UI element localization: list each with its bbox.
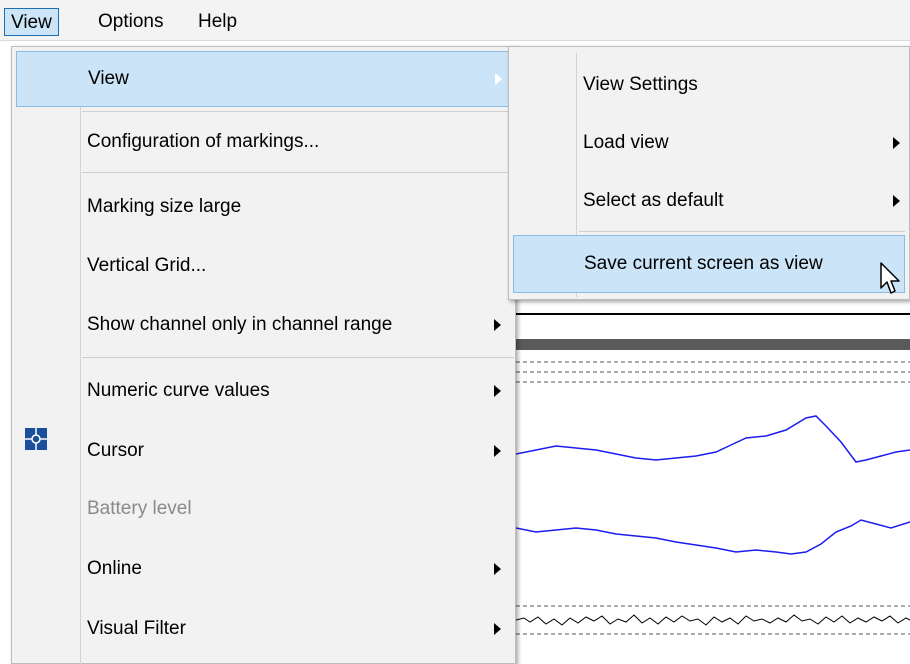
submenu-arrow-icon xyxy=(494,563,501,575)
signal-trace-blue-2 xyxy=(516,519,910,555)
menu-item-online[interactable]: Online xyxy=(12,541,515,597)
signal-trace-black xyxy=(516,614,910,626)
submenu-item-select-as-default[interactable]: Select as default xyxy=(509,171,909,231)
cursor-crosshair-icon xyxy=(25,428,47,450)
submenu-item-label: View Settings xyxy=(583,74,698,95)
view-submenu: View Settings Load view Select as defaul… xyxy=(508,46,910,300)
submenu-item-label: Save current screen as view xyxy=(584,253,823,274)
menu-item-visual-filter[interactable]: Visual Filter xyxy=(12,601,515,657)
menu-item-label: Cursor xyxy=(87,440,145,461)
submenu-item-view-settings[interactable]: View Settings xyxy=(509,55,909,115)
submenu-arrow-icon xyxy=(494,623,501,635)
menu-item-vertical-grid[interactable]: Vertical Grid... xyxy=(12,238,515,294)
mouse-pointer-icon xyxy=(880,262,902,303)
signal-plot xyxy=(516,300,910,664)
view-dropdown-menu: View Configuration of markings... Markin… xyxy=(11,46,516,664)
submenu-arrow-icon xyxy=(495,73,502,85)
menu-item-view[interactable]: View xyxy=(16,51,511,107)
menu-item-cursor[interactable]: Cursor xyxy=(12,423,515,479)
signal-plot-canvas xyxy=(516,313,910,635)
submenu-item-label: Load view xyxy=(583,132,669,153)
submenu-item-load-view[interactable]: Load view xyxy=(509,113,909,173)
menu-separator xyxy=(82,357,514,358)
menu-item-label: Battery level xyxy=(87,498,192,519)
menu-separator xyxy=(82,111,514,112)
menu-options[interactable]: Options xyxy=(92,8,169,36)
menu-item-label: Vertical Grid... xyxy=(87,255,207,276)
submenu-item-label: Select as default xyxy=(583,190,724,211)
menu-item-battery-level: Battery level xyxy=(12,481,515,537)
menu-item-label: Visual Filter xyxy=(87,618,186,639)
plot-dark-band xyxy=(516,339,910,350)
submenu-arrow-icon xyxy=(494,385,501,397)
submenu-separator xyxy=(579,231,905,232)
menu-view[interactable]: View xyxy=(4,8,59,36)
menu-item-configuration-of-markings[interactable]: Configuration of markings... xyxy=(12,114,515,170)
menu-item-label: Marking size large xyxy=(87,196,242,217)
submenu-arrow-icon xyxy=(494,445,501,457)
menu-separator xyxy=(82,172,514,173)
application-window: View Options Help View Configuration of … xyxy=(0,0,910,664)
signal-trace-blue-1 xyxy=(516,415,910,463)
menu-bar: View Options Help xyxy=(0,0,910,41)
menu-item-show-channel-only-in-channel-range[interactable]: Show channel only in channel range xyxy=(12,297,515,353)
menu-item-label: View xyxy=(88,68,129,89)
menu-item-label: Online xyxy=(87,558,142,579)
menu-item-label: Show channel only in channel range xyxy=(87,314,393,335)
menu-item-label: Numeric curve values xyxy=(87,380,270,401)
submenu-arrow-icon xyxy=(893,195,900,207)
submenu-arrow-icon xyxy=(893,137,900,149)
submenu-item-save-current-screen-as-view[interactable]: Save current screen as view xyxy=(513,235,905,293)
menu-item-numeric-curve-values[interactable]: Numeric curve values xyxy=(12,363,515,419)
submenu-arrow-icon xyxy=(494,319,501,331)
menu-help[interactable]: Help xyxy=(192,8,243,36)
menu-item-label: Configuration of markings... xyxy=(87,131,320,152)
menu-item-marking-size-large[interactable]: Marking size large xyxy=(12,179,515,235)
